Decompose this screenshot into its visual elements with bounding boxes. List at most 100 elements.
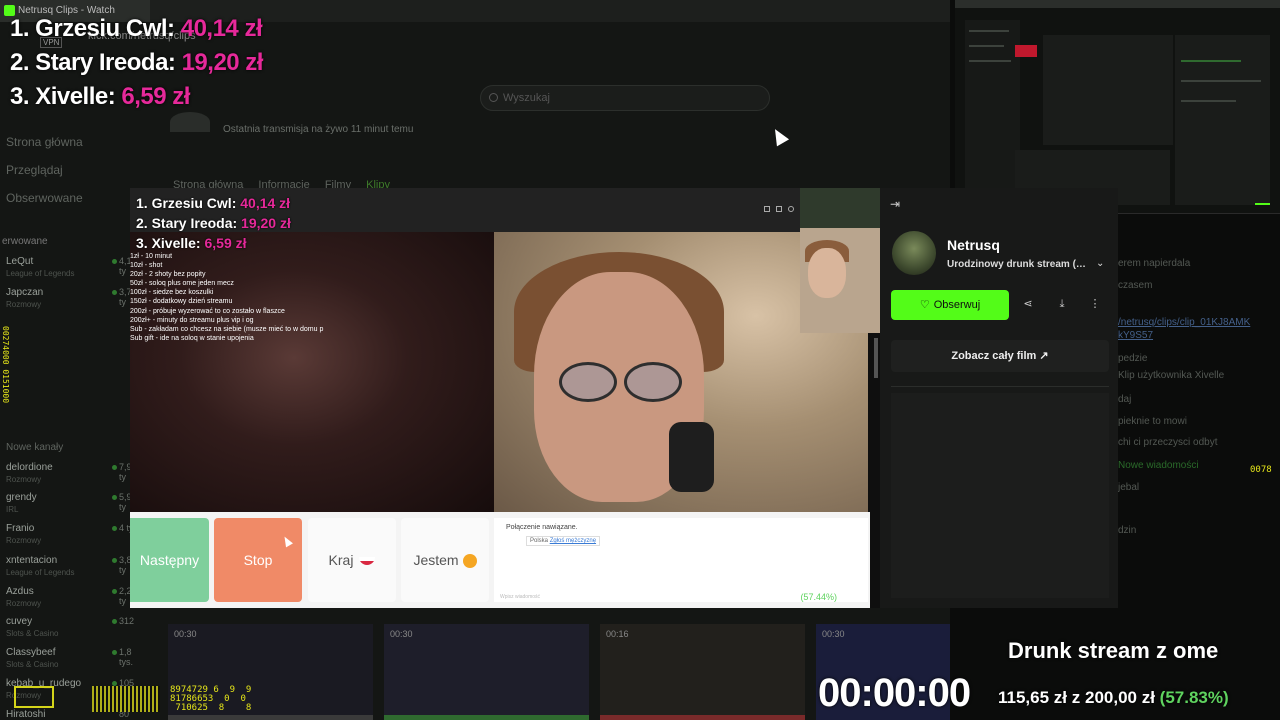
stream-timer: 05:45:41 [610,584,691,607]
donor-name: 2. Stary Ireoda: [136,215,238,231]
sidebar-channel[interactable]: Japczan Rozmowy 3,7 ty [6,287,136,327]
live-dot-icon [112,589,117,594]
follow-label: Obserwuj [933,299,981,311]
donation-row: 1. Grzesiu Cwl: 40,14 zł [10,12,263,46]
preview-live-badge [1015,45,1037,57]
following-section-header: erwowane [2,236,48,247]
chat-link[interactable]: kY9S57 [1118,330,1278,341]
goal-percent: (57.83%) [1159,688,1229,707]
money-goal: 200,00 zł [761,592,798,602]
stream-title-overlay: Drunk stream z ome [1008,638,1219,663]
overlay-goal-progress: 115,65 zł z 200,00 zł (57.83%) [998,688,1229,708]
clip-progress [384,715,589,720]
donor-name: 3. Xivelle: [136,235,201,251]
chat-link[interactable]: /netrusq/clips/clip_01KJ8AMK [1118,317,1278,328]
donation-row: 3. Xivelle: 6,59 zł [136,233,291,253]
price-item: 150zł - dodatkowy dzień streamu [130,298,233,306]
preview-line [969,45,1004,47]
donation-amount: 40,14 zł [240,195,291,211]
new-channels-header: Nowe kanały [6,442,64,453]
fullscreen-icon[interactable] [776,206,782,212]
preview-video [1043,35,1173,145]
preview-tab-bar [955,0,1280,8]
country-name: Polska [530,538,549,544]
debug-numbers: 8974729 6 9 9 81786653 0 0 710625 8 8 [170,685,252,713]
donation-amount: 19,20 zł [241,215,291,231]
clip-duration: 00:30 [390,629,413,639]
chat-message: dzin [1118,525,1137,536]
collapse-icon[interactable]: ⇥ [890,197,900,211]
country-button[interactable]: Kraj [308,518,396,602]
video-player[interactable]: 1zł - 10 minut 10zł - shot 20zł - 2 shot… [130,188,880,608]
self-view-video [800,188,880,333]
donation-row: 1. Grzesiu Cwl: 40,14 zł [136,193,291,213]
gender-button[interactable]: Jestem [401,518,489,602]
clip-progress [168,715,373,720]
preview-line [1181,60,1241,62]
gender-label: Jestem [413,552,459,568]
nav-following[interactable]: Obserwowane [6,191,83,205]
channel-category: League of Legends [6,568,75,577]
donation-amount: 19,20 zł [181,49,264,76]
donation-amount: 6,59 zł [121,83,190,110]
scrollbar[interactable] [874,338,878,378]
donor-name: 3. Xivelle: [10,83,116,110]
channel-category: Rozmowy [6,536,42,545]
clip-thumbnail[interactable]: 00:16 [600,624,805,720]
divider [891,386,1109,387]
price-item: 200zł+ - minuty do streamu plus vip i og [130,316,254,324]
donation-amount: 40,14 zł [180,15,263,42]
clip-thumbnail[interactable]: 00:30 [384,624,589,720]
chevron-down-icon[interactable]: ⌄ [1096,258,1104,269]
more-icon[interactable]: ⋮ [1087,296,1103,312]
live-dot-icon [112,526,117,531]
preview-line [1181,100,1236,102]
channel-category: Rozmowy [6,599,42,608]
live-dot-icon [112,558,117,563]
donation-amount: 6,59 zł [204,235,247,251]
clip-duration: 00:16 [606,629,629,639]
watch-full-video-button[interactable]: Zobacz cały film ↗ [891,340,1109,372]
nav-browse[interactable]: Przeglądaj [6,163,63,177]
clip-info-panel: ⇥ Netrusq Urodzinowy drunk stream (… ⌄ ♡… [880,188,1118,608]
money-separator: z [754,592,759,602]
chat-message: pieknie to mowi [1118,416,1187,427]
glasses-lens [624,362,682,402]
search-input[interactable]: Wyszukaj [480,85,770,111]
money-goal: 200,00 zł [1084,688,1155,707]
channel-category: IRL [6,505,19,514]
price-list: 1zł - 10 minut 10zł - shot 20zł - 2 shot… [130,252,323,343]
chat-input[interactable]: Wpisz wiadomość [500,594,540,600]
share-icon[interactable]: ⋖ [1020,296,1036,312]
pip-background [800,188,880,228]
money-separator: z [1071,688,1081,707]
settings-icon[interactable] [788,206,794,212]
channel-avatar[interactable] [892,231,936,275]
channel-category: Slots & Casino [6,660,59,669]
search-icon [489,93,498,102]
watermark: Drunk stream z ome [722,562,831,576]
report-link[interactable]: Zgłoś mężczyznę [550,538,596,544]
pip-icon[interactable] [764,206,770,212]
chat-message: chi ci przeczysci odbyt [1118,437,1218,448]
chat-message: Klip użytkownika Xivelle [1118,370,1225,381]
channel-category: Rozmowy [6,300,42,309]
live-dot-icon [112,650,117,655]
next-button[interactable]: Następny [130,518,209,602]
nav-home[interactable]: Strona główna [6,135,83,149]
connection-status: Połączenie nawiązane. [506,524,578,531]
download-icon[interactable]: ⤓ [1054,296,1070,312]
channel-name[interactable]: Netrusq [947,237,1000,253]
donation-row: 3. Xivelle: 6,59 zł [10,80,263,114]
stream-title: Urodzinowy drunk stream (… [947,259,1086,270]
live-dot-icon [112,619,117,624]
preview-line [969,30,1009,32]
price-item: 200zł - próbuje wyzerować to co zostało … [130,307,285,315]
stop-button[interactable]: Stop [214,518,302,602]
follow-button[interactable]: ♡ Obserwuj [891,290,1009,320]
donation-row: 2. Stary Ireoda: 19,20 zł [136,213,291,233]
money-raised: 115,65 zł [998,688,1068,707]
chat-message: jebal [1118,482,1140,493]
donation-row: 2. Stary Ireoda: 19,20 zł [10,46,263,80]
goal-progress: 114,88 zł z 200,00 zł (57.44%) [716,592,837,602]
